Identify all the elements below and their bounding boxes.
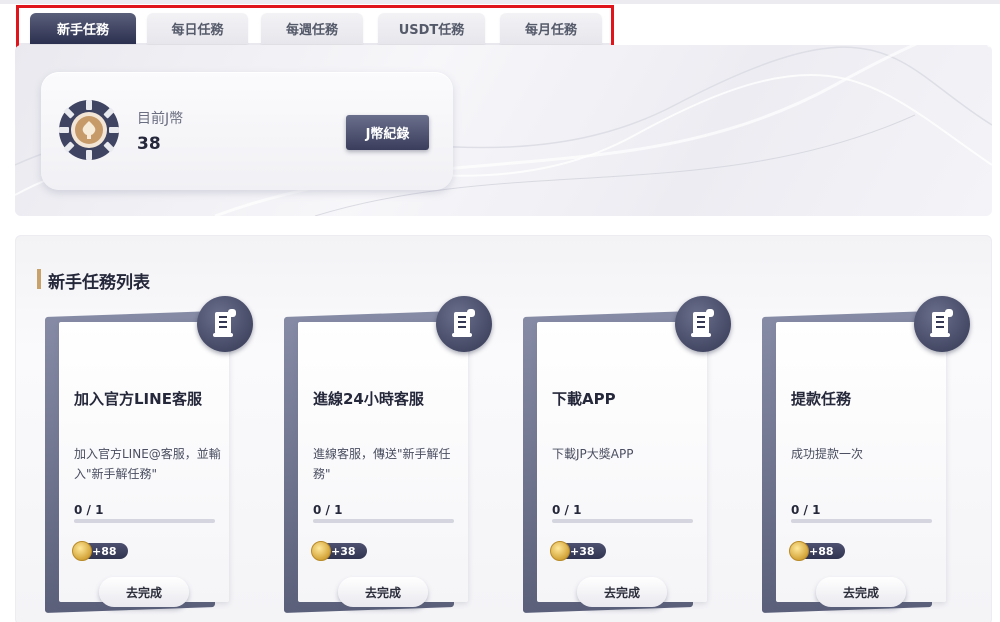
scroll-task-icon <box>436 296 492 352</box>
gold-coin-icon <box>550 541 570 561</box>
page: 新手任務 每日任務 每週任務 USDT任務 每月任務 目前J幣 38 J幣紀錄 … <box>0 0 1000 622</box>
reward-badge: +38 <box>311 541 367 561</box>
task-card-body: 提款任務 成功提款一次 0 / 1 +88 去完成 <box>776 322 946 607</box>
task-progress-bar <box>552 519 693 523</box>
reward-amount: +38 <box>331 544 356 558</box>
task-title: 進線24小時客服 <box>313 390 424 408</box>
reward-amount: +88 <box>809 544 834 558</box>
section-title-bar <box>37 269 41 289</box>
gold-coin-icon <box>311 541 331 561</box>
task-progress-text: 0 / 1 <box>313 503 343 517</box>
reward-amount: +88 <box>92 544 117 558</box>
balance-label: 目前J幣 <box>137 111 184 127</box>
section-title: 新手任務列表 <box>48 273 150 293</box>
task-description: 成功提款一次 <box>791 447 864 461</box>
task-card: 進線24小時客服 進線客服，傳送"新手解任務" 0 / 1 +38 去完成 <box>284 296 498 616</box>
task-title: 加入官方LINE客服 <box>74 390 202 408</box>
reward-amount: +38 <box>570 544 595 558</box>
task-progress-bar <box>313 519 454 523</box>
reward-badge: +88 <box>789 541 845 561</box>
coin-medal-icon <box>58 99 120 161</box>
go-complete-button[interactable]: 去完成 <box>99 577 189 607</box>
task-description: 加入官方LINE@客服，並輸入"新手解任務" <box>74 447 221 481</box>
balance-value: 38 <box>137 134 161 154</box>
task-progress-text: 0 / 1 <box>552 503 582 517</box>
scroll-task-icon <box>197 296 253 352</box>
scroll-task-icon <box>675 296 731 352</box>
task-progress-text: 0 / 1 <box>74 503 104 517</box>
gold-coin-icon <box>789 541 809 561</box>
go-complete-button[interactable]: 去完成 <box>577 577 667 607</box>
j-coin-history-button[interactable]: J幣紀錄 <box>346 115 429 150</box>
task-card-body: 下載APP 下載JP大獎APP 0 / 1 +38 去完成 <box>537 322 707 607</box>
task-description: 下載JP大獎APP <box>552 447 634 461</box>
task-title: 下載APP <box>552 390 616 408</box>
task-card: 提款任務 成功提款一次 0 / 1 +88 去完成 <box>762 296 976 616</box>
task-card: 下載APP 下載JP大獎APP 0 / 1 +38 去完成 <box>523 296 737 616</box>
task-progress-bar <box>74 519 215 523</box>
top-divider <box>0 0 1000 4</box>
task-card-body: 加入官方LINE客服 加入官方LINE@客服，並輸入"新手解任務" 0 / 1 … <box>59 322 229 607</box>
go-complete-button[interactable]: 去完成 <box>338 577 428 607</box>
task-title: 提款任務 <box>791 390 852 408</box>
task-progress-text: 0 / 1 <box>791 503 821 517</box>
reward-badge: +88 <box>72 541 128 561</box>
scroll-task-icon <box>914 296 970 352</box>
reward-badge: +38 <box>550 541 606 561</box>
task-description: 進線客服，傳送"新手解任務" <box>313 447 451 481</box>
gold-coin-icon <box>72 541 92 561</box>
task-card-body: 進線24小時客服 進線客服，傳送"新手解任務" 0 / 1 +38 去完成 <box>298 322 468 607</box>
go-complete-button[interactable]: 去完成 <box>816 577 906 607</box>
task-progress-bar <box>791 519 932 523</box>
task-card: 加入官方LINE客服 加入官方LINE@客服，並輸入"新手解任務" 0 / 1 … <box>45 296 259 616</box>
